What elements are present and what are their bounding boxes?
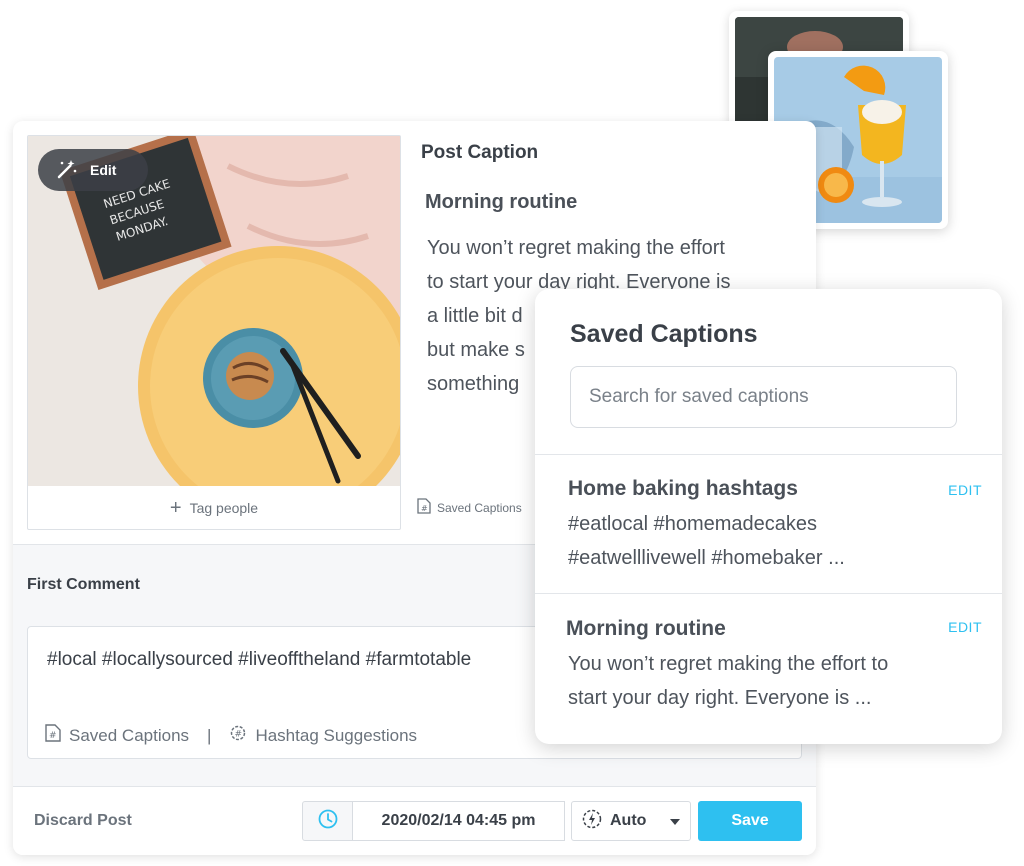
comment-saved-captions-link[interactable]: Saved Captions	[69, 726, 189, 746]
saved-captions-search-input[interactable]	[570, 366, 957, 428]
edit-photo-label: Edit	[90, 162, 117, 178]
caption-heading: Morning routine	[425, 191, 578, 213]
saved-caption-icon: #	[45, 724, 61, 747]
divider	[535, 593, 1002, 594]
caption-line: You won’t regret making the effort	[427, 237, 725, 259]
auto-publish-label: Auto	[610, 812, 647, 829]
saved-caption-edit-button[interactable]: EDIT	[948, 482, 982, 498]
post-photo-frame: NEED CAKE BECAUSE MONDAY. Edit + Tag peo…	[27, 135, 401, 530]
edit-photo-button[interactable]: Edit	[38, 149, 148, 191]
clock-icon	[318, 809, 338, 834]
schedule-datetime-field[interactable]: 2020/02/14 04:45 pm	[352, 801, 565, 841]
post-footer: Discard Post 2020/02/14 04:45 pm Auto Sa…	[13, 788, 816, 855]
tag-people-button[interactable]: + Tag people	[28, 486, 400, 529]
saved-caption-line: #eatlocal #homemadecakes	[568, 513, 818, 535]
saved-captions-panel: Saved Captions Home baking hashtags EDIT…	[535, 289, 1002, 744]
save-button[interactable]: Save	[698, 801, 802, 841]
svg-text:#: #	[235, 730, 243, 740]
separator: |	[207, 725, 212, 745]
magic-wand-icon	[56, 158, 78, 183]
saved-caption-line: You won’t regret making the effort to	[568, 653, 889, 675]
first-comment-text: #local #locallysourced #liveofftheland #…	[47, 649, 472, 670]
saved-caption-title: Morning routine	[566, 617, 726, 640]
auto-publish-icon	[582, 809, 602, 834]
hashtag-suggestions-link[interactable]: Hashtag Suggestions	[255, 726, 417, 746]
saved-caption-title: Home baking hashtags	[568, 477, 798, 500]
saved-captions-label: Saved Captions	[437, 500, 522, 515]
discard-post-button[interactable]: Discard Post	[34, 812, 132, 830]
svg-text:#: #	[49, 731, 57, 741]
saved-caption-icon: #	[417, 498, 431, 517]
saved-caption-line: start your day right. Everyone is ...	[568, 687, 872, 709]
svg-text:#: #	[421, 504, 428, 513]
saved-caption-preview: You won’t regret making the effort to st…	[568, 647, 938, 715]
chevron-down-icon	[670, 819, 680, 825]
divider	[535, 454, 1002, 455]
saved-caption-line: #eatwelllivewell #homebaker ...	[568, 547, 845, 569]
caption-saved-captions-link[interactable]: # Saved Captions	[417, 498, 522, 517]
first-comment-label: First Comment	[27, 576, 140, 593]
saved-captions-title: Saved Captions	[570, 320, 758, 348]
saved-caption-edit-button[interactable]: EDIT	[948, 619, 982, 635]
post-caption-title: Post Caption	[421, 142, 539, 163]
hashtag-gear-icon: #	[229, 724, 247, 747]
schedule-time-button[interactable]	[302, 801, 353, 841]
auto-publish-select[interactable]: Auto	[571, 801, 691, 841]
saved-caption-preview: #eatlocal #homemadecakes #eatwelllivewel…	[568, 507, 938, 575]
tag-people-label: Tag people	[189, 499, 259, 516]
first-comment-actions: # Saved Captions | # Hashtag Suggestions	[45, 724, 417, 747]
plus-icon: +	[169, 496, 182, 519]
